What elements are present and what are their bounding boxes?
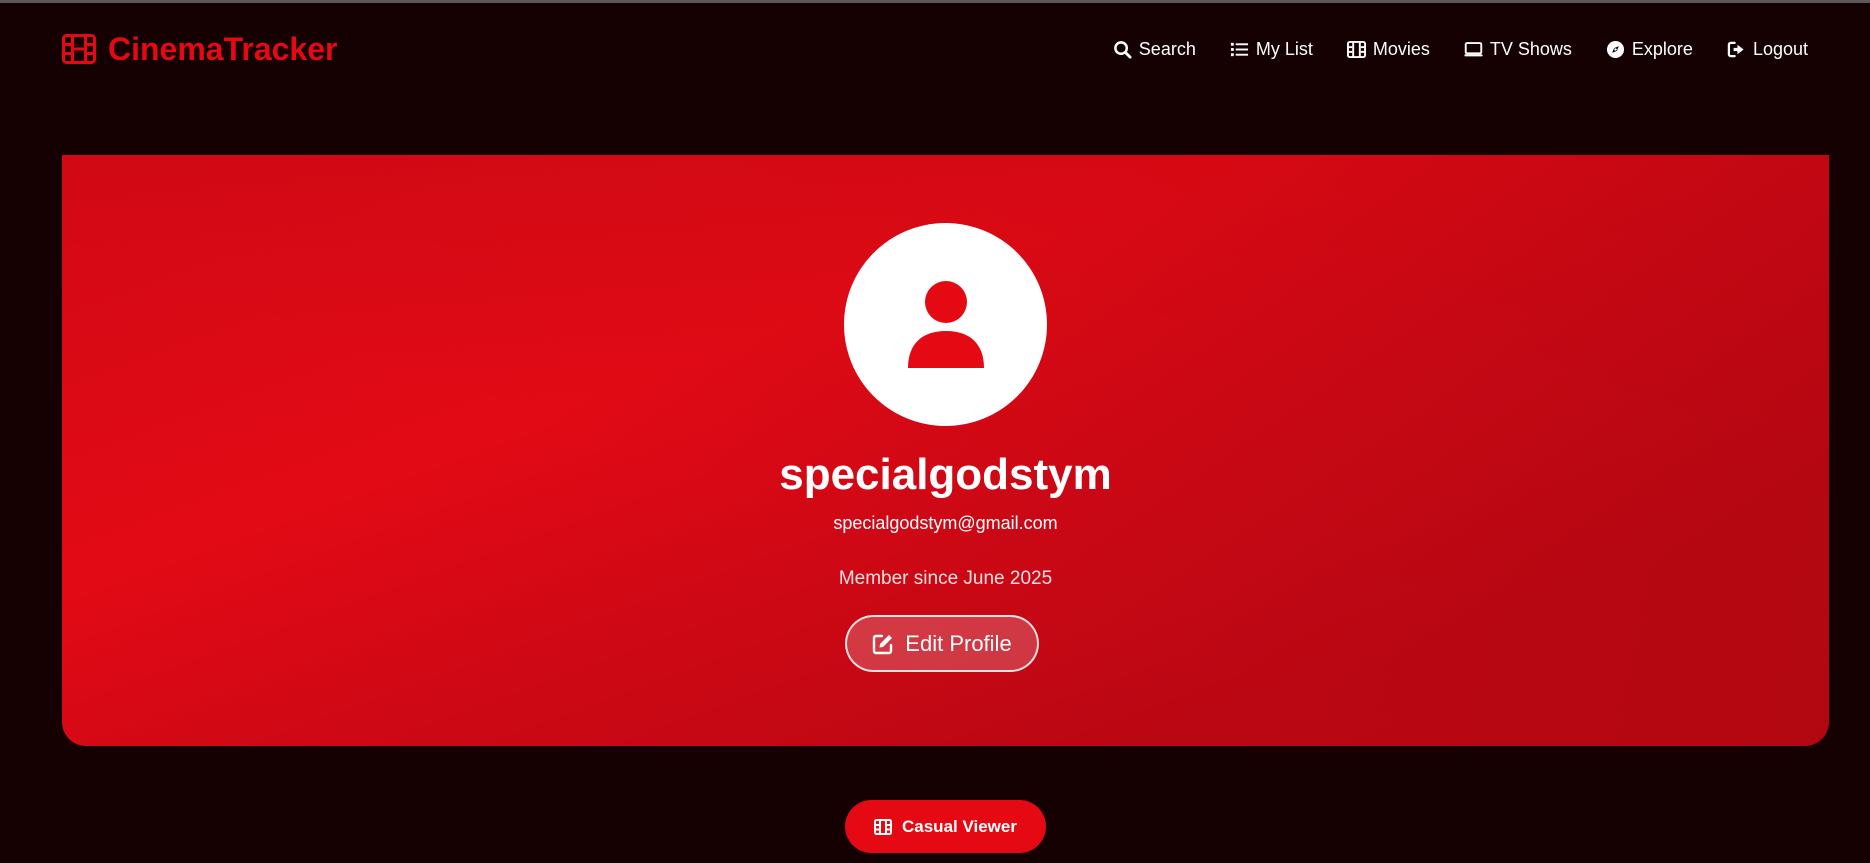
nav-explore-link[interactable]: Explore	[1606, 39, 1693, 60]
brand-name: CinemaTracker	[108, 30, 338, 67]
film-icon	[1346, 40, 1366, 59]
compass-icon	[1606, 40, 1625, 59]
viewer-level-badge: Casual Viewer	[845, 800, 1046, 853]
profile-username: specialgodstym	[779, 450, 1112, 499]
nav-menu: Search My List Movies TV Shows Explore L…	[1113, 31, 1808, 67]
search-icon	[1113, 40, 1132, 59]
edit-profile-button[interactable]: Edit Profile	[845, 615, 1039, 672]
nav-my-list-link[interactable]: My List	[1230, 39, 1313, 60]
list-icon	[1230, 40, 1249, 59]
user-icon	[906, 280, 986, 370]
nav-tv-shows-label: TV Shows	[1489, 38, 1572, 59]
nav-search-link[interactable]: Search	[1113, 39, 1196, 60]
viewer-level-label: Casual Viewer	[902, 816, 1017, 836]
film-icon	[874, 818, 892, 835]
nav-logout-label: Logout	[1752, 38, 1808, 59]
profile-header: specialgodstym specialgodstym@gmail.com …	[62, 155, 1829, 746]
nav-movies-link[interactable]: Movies	[1346, 38, 1430, 60]
nav-explore-label: Explore	[1631, 38, 1693, 59]
nav-search-label: Search	[1138, 38, 1196, 59]
brand-logo-link[interactable]: CinemaTracker	[62, 29, 337, 69]
navbar: CinemaTracker Search My List Movies TV S…	[0, 3, 1870, 91]
logout-icon	[1727, 40, 1746, 59]
avatar	[844, 223, 1047, 426]
tv-icon	[1464, 40, 1483, 59]
edit-profile-label: Edit Profile	[905, 630, 1012, 656]
profile-email: specialgodstym@gmail.com	[833, 513, 1058, 533]
nav-logout-link[interactable]: Logout	[1727, 39, 1808, 60]
member-since-text: Member since June 2025	[838, 568, 1053, 589]
nav-my-list-label: My List	[1255, 38, 1313, 59]
nav-movies-label: Movies	[1372, 38, 1430, 59]
film-icon	[62, 34, 96, 64]
nav-tv-shows-link[interactable]: TV Shows	[1464, 39, 1572, 60]
edit-icon	[872, 633, 894, 655]
